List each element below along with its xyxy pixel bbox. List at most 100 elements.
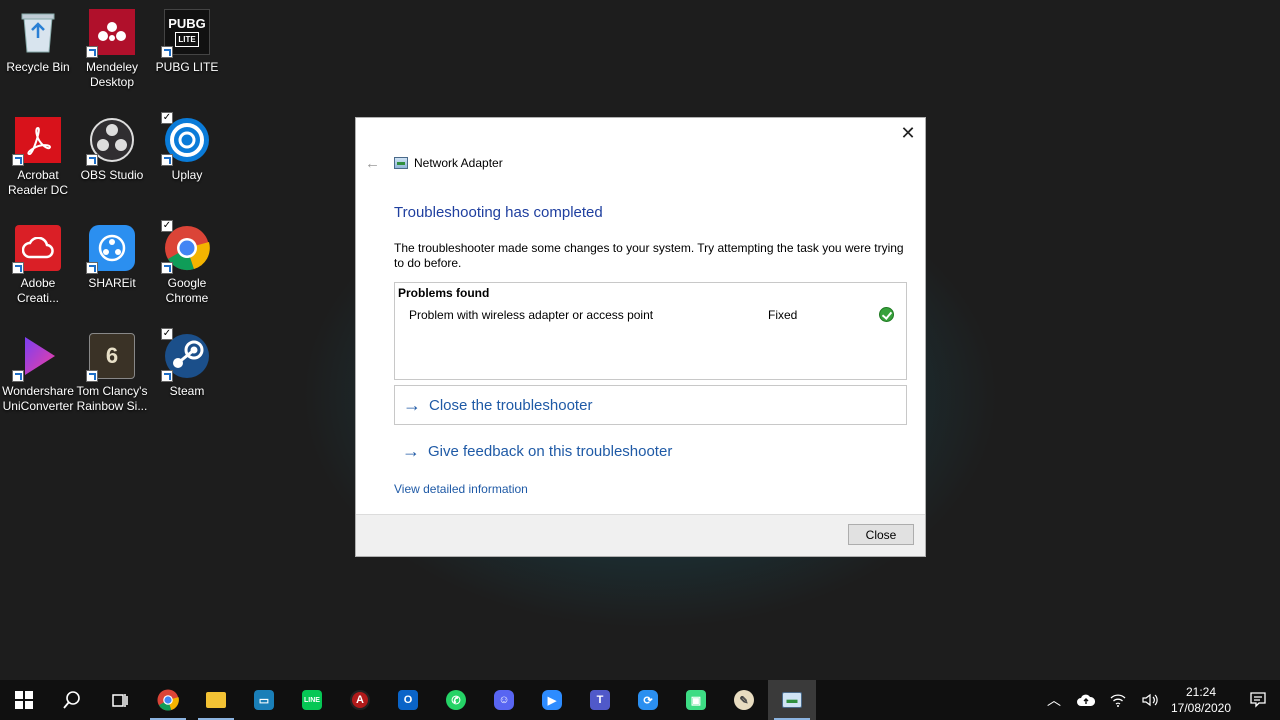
network-adapter-icon — [394, 157, 408, 169]
desktop-icon-uniconverter[interactable]: Wondershare UniConverter — [0, 324, 76, 424]
taskbar-whatsapp[interactable]: ✆ — [432, 680, 480, 720]
desktop-icon-label: PUBG LITE — [155, 60, 219, 74]
shareit-icon: ⟳ — [638, 690, 658, 710]
clock-date: 17/08/2020 — [1170, 701, 1232, 715]
close-icon[interactable]: ✕ — [899, 124, 917, 142]
desktop-icon-label: OBS Studio — [80, 168, 144, 182]
system-tray: ︿ 21:24 17/08/2020 — [1038, 680, 1280, 720]
rainbow-six-icon: 6 — [86, 332, 136, 382]
fixed-check-icon — [879, 307, 894, 322]
clock-time: 21:24 — [1185, 685, 1217, 699]
desktop-icon-chrome[interactable]: ✓ Google Chrome — [149, 216, 225, 316]
desktop-icon-shareit[interactable]: SHAREit — [74, 216, 150, 316]
shortcut-arrow-icon — [86, 46, 98, 58]
pubg-lite-icon: PUBG LITE — [161, 8, 211, 58]
desktop-icon-steam[interactable]: ✓ Steam — [149, 324, 225, 424]
start-button[interactable] — [0, 680, 48, 720]
desktop-icon-label: Mendeley Desktop — [85, 60, 139, 89]
desktop-icon-label: Wondershare UniConverter — [2, 384, 74, 413]
uplay-icon: ✓ — [161, 112, 211, 166]
taskbar-remote-desktop[interactable]: ▭ — [240, 680, 288, 720]
wifi-icon[interactable] — [1102, 680, 1134, 720]
shortcut-arrow-icon — [86, 370, 98, 382]
shortcut-arrow-icon — [161, 46, 173, 58]
give-feedback-link[interactable]: → Give feedback on this troubleshooter — [394, 431, 907, 471]
taskbar-paint[interactable]: ✎ — [720, 680, 768, 720]
back-arrow-icon[interactable]: ← — [365, 155, 380, 172]
android-icon: ▣ — [686, 690, 706, 710]
desktop-icon-mendeley[interactable]: Mendeley Desktop — [74, 0, 150, 100]
desktop-icon-pubg-lite[interactable]: PUBG LITE PUBG LITE — [149, 0, 225, 100]
chrome-icon — [157, 689, 179, 711]
uniconverter-icon — [12, 332, 62, 382]
close-button[interactable]: Close — [848, 524, 914, 545]
desktop-icon-recycle-bin[interactable]: Recycle Bin — [0, 0, 76, 100]
teams-icon: T — [590, 690, 610, 710]
desktop-icon-acrobat[interactable]: Acrobat Reader DC — [0, 108, 76, 208]
taskbar-chrome[interactable] — [144, 680, 192, 720]
task-view-button[interactable] — [96, 680, 144, 720]
taskbar-line[interactable]: LINE — [288, 680, 336, 720]
steam-icon: ✓ — [161, 328, 211, 382]
taskbar-outlook[interactable]: O — [384, 680, 432, 720]
shortcut-arrow-icon — [12, 154, 24, 166]
windows-logo-icon — [15, 691, 33, 709]
taskbar-file-explorer[interactable] — [192, 680, 240, 720]
desktop-icon-label: Recycle Bin — [6, 60, 70, 74]
shortcut-arrow-icon — [161, 370, 173, 382]
view-detailed-info-link[interactable]: View detailed information — [394, 482, 528, 496]
line-icon: LINE — [302, 690, 322, 710]
shortcut-arrow-icon — [86, 262, 98, 274]
outlook-icon: O — [398, 690, 418, 710]
taskbar-zoom[interactable]: ▶ — [528, 680, 576, 720]
problems-header: Problems found — [398, 286, 490, 300]
nav-title-label: Network Adapter — [414, 156, 503, 170]
taskbar-troubleshooter[interactable]: ▬ — [768, 680, 816, 720]
troubleshooter-dialog: ✕ ← Network Adapter Troubleshooting has … — [355, 117, 926, 557]
close-troubleshooter-link[interactable]: → Close the troubleshooter — [394, 385, 907, 425]
search-icon — [63, 691, 80, 709]
desktop-icon-label: Google Chrome — [165, 276, 209, 305]
shortcut-arrow-icon — [12, 262, 24, 274]
volume-icon[interactable] — [1134, 680, 1166, 720]
desktop-icon-rainbow-six[interactable]: 6 Tom Clancy's Rainbow Si... — [74, 324, 150, 424]
desktop-icon-adobe-cc[interactable]: Adobe Creati... — [0, 216, 76, 316]
problem-name: Problem with wireless adapter or access … — [409, 308, 654, 322]
page-title: Troubleshooting has completed — [394, 204, 603, 221]
shortcut-arrow-icon — [161, 154, 173, 166]
taskbar-teams[interactable]: T — [576, 680, 624, 720]
shortcut-arrow-icon — [161, 262, 173, 274]
network-adapter-icon: ▬ — [782, 692, 802, 708]
folder-icon — [206, 692, 226, 708]
mendeley-icon — [86, 8, 136, 58]
taskbar-shareit[interactable]: ⟳ — [624, 680, 672, 720]
shareit-icon — [86, 224, 136, 274]
cloud-icon[interactable] — [1070, 680, 1102, 720]
app-a-icon: A — [350, 690, 370, 710]
taskbar-clock[interactable]: 21:24 17/08/2020 — [1166, 684, 1236, 716]
desktop-icon-label: Tom Clancy's Rainbow Si... — [76, 384, 148, 413]
chevron-up-icon[interactable]: ︿ — [1038, 680, 1070, 720]
whatsapp-icon: ✆ — [446, 690, 466, 710]
taskbar-discord[interactable]: ☺ — [480, 680, 528, 720]
desktop-icon-obs[interactable]: OBS Studio — [74, 108, 150, 208]
dialog-footer: Close — [356, 514, 925, 556]
problems-found-panel: Problems found Problem with wireless ada… — [394, 282, 907, 380]
taskbar: ▭ LINE A O ✆ ☺ ▶ T ⟳ ▣ ✎ ▬ ︿ 21:24 17/08… — [0, 680, 1280, 720]
description-text: The troubleshooter made some changes to … — [394, 241, 904, 270]
checkbox-icon: ✓ — [161, 112, 173, 124]
action-label: Close the troubleshooter — [429, 396, 593, 414]
task-view-icon — [112, 694, 128, 707]
paint-icon: ✎ — [734, 690, 754, 710]
notifications-icon[interactable] — [1236, 680, 1280, 720]
adobe-creative-cloud-icon — [12, 224, 62, 274]
remote-desktop-icon: ▭ — [254, 690, 274, 710]
desktop-icon-label: Steam — [169, 384, 205, 398]
taskbar-android-app[interactable]: ▣ — [672, 680, 720, 720]
problem-status: Fixed — [768, 308, 798, 322]
recycle-bin-icon — [14, 8, 62, 56]
search-button[interactable] — [48, 680, 96, 720]
desktop-icon-label: SHAREit — [88, 276, 136, 290]
taskbar-app-a[interactable]: A — [336, 680, 384, 720]
desktop-icon-uplay[interactable]: ✓ Uplay — [149, 108, 225, 208]
